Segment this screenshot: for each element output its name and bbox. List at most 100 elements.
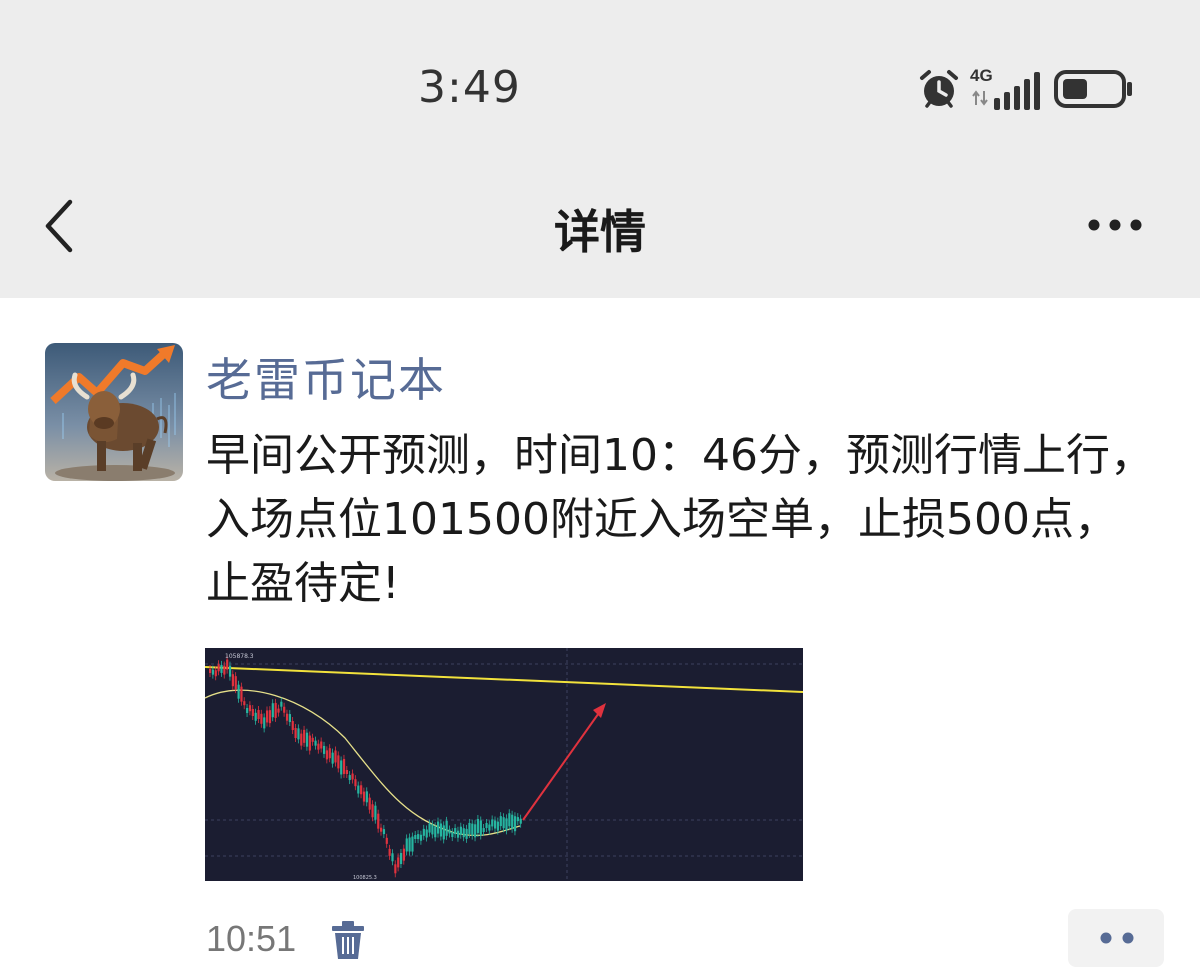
candle-body: [243, 701, 246, 706]
battery-icon: [1054, 70, 1132, 108]
candle-body: [414, 835, 417, 839]
candle-body: [323, 745, 326, 754]
candle-body: [234, 676, 237, 690]
candle-body: [268, 710, 272, 724]
candle-body: [465, 828, 468, 839]
candle-body: [519, 818, 522, 824]
candle-body: [411, 836, 414, 852]
candle-body: [348, 775, 351, 781]
candle-body: [354, 779, 357, 787]
candle-body: [231, 674, 234, 687]
candle-body: [462, 828, 465, 838]
low-price-label: 100825.3: [353, 875, 377, 881]
candle-body: [328, 748, 331, 759]
candle-body: [402, 848, 405, 861]
avatar[interactable]: [45, 343, 183, 481]
candle-body: [291, 721, 294, 731]
data-arrows-icon: [972, 90, 988, 106]
page-title: 详情: [554, 205, 646, 259]
candle-body: [437, 821, 440, 834]
candle-body: [277, 708, 280, 713]
candle-body: [399, 853, 403, 865]
candle-body: [434, 826, 437, 838]
candle-body: [246, 708, 249, 713]
candle-body: [214, 670, 217, 677]
candle-body: [345, 770, 348, 774]
candle-body: [508, 813, 511, 827]
candle-body: [334, 750, 337, 763]
candle-body: [248, 705, 252, 712]
candle-body: [305, 732, 309, 747]
comment-like-button[interactable]: [1068, 909, 1164, 967]
candle-body: [211, 669, 215, 675]
post-image[interactable]: 105878.3 100825.3: [204, 648, 804, 881]
candle-body: [340, 760, 343, 775]
candle-body: [494, 820, 497, 829]
trash-icon: [332, 921, 364, 959]
candle-body: [451, 832, 454, 838]
candle-body: [445, 820, 448, 836]
two-dots-icon: [1100, 932, 1134, 944]
candle-body: [428, 823, 431, 833]
candle-body: [505, 818, 508, 831]
candle-body: [468, 822, 471, 834]
candle-body: [459, 826, 462, 835]
candle-body: [303, 729, 306, 743]
candle-body: [365, 791, 368, 803]
candle-body: [251, 709, 254, 716]
chart-background: [205, 648, 803, 881]
candle-body: [474, 824, 477, 838]
candle-body: [280, 701, 283, 707]
candle-body: [217, 664, 220, 672]
candle-body: [491, 819, 494, 827]
candle-body: [382, 829, 386, 835]
candle-body: [380, 827, 383, 832]
candle-body: [209, 669, 212, 673]
candle-body: [405, 838, 408, 852]
delete-button[interactable]: [330, 920, 366, 960]
candle-body: [300, 733, 303, 746]
candle-body: [431, 824, 434, 835]
more-button[interactable]: [1082, 205, 1148, 245]
candle-body: [285, 713, 289, 721]
candle-body: [257, 710, 260, 719]
candle-body: [377, 813, 380, 829]
more-dots-icon: [1088, 219, 1142, 231]
signal-bars: [994, 72, 1040, 110]
candle-body: [516, 817, 519, 822]
candle-body: [223, 665, 226, 675]
candle-body: [454, 828, 457, 835]
candle-body: [371, 804, 374, 818]
candle-body: [513, 816, 517, 832]
candle-body: [425, 829, 428, 838]
candle-body: [442, 825, 445, 840]
candle-body: [479, 820, 482, 836]
candle-body: [260, 713, 263, 724]
candle-body: [391, 853, 394, 862]
candle-body: [448, 829, 451, 834]
candle-body: [417, 834, 420, 840]
signal-icon: 4G: [970, 66, 1042, 110]
candle-body: [237, 684, 240, 699]
candle-body: [374, 805, 377, 820]
candle-body: [482, 828, 485, 833]
candle-body: [311, 737, 314, 742]
author-name[interactable]: 老雷币记本: [206, 344, 446, 410]
candle-body: [385, 837, 388, 844]
candle-body: [360, 785, 363, 795]
candle-body: [485, 822, 488, 828]
candle-body: [456, 830, 460, 838]
candle-body: [331, 752, 334, 764]
candle-body: [351, 773, 354, 780]
candle-body: [266, 710, 269, 723]
candle-body: [502, 817, 505, 829]
network-label: 4G: [970, 66, 993, 85]
candle-body: [488, 824, 491, 831]
post-text: 早间公开预测，时间10：46分，预测行情上行，入场点位101500附近入场空单，…: [206, 430, 1154, 609]
candle-body: [271, 703, 274, 718]
candle-body: [511, 814, 514, 829]
back-button[interactable]: [38, 196, 86, 256]
candle-body: [226, 659, 229, 670]
candle-body: [357, 785, 360, 794]
status-time: 3:49: [418, 62, 521, 113]
